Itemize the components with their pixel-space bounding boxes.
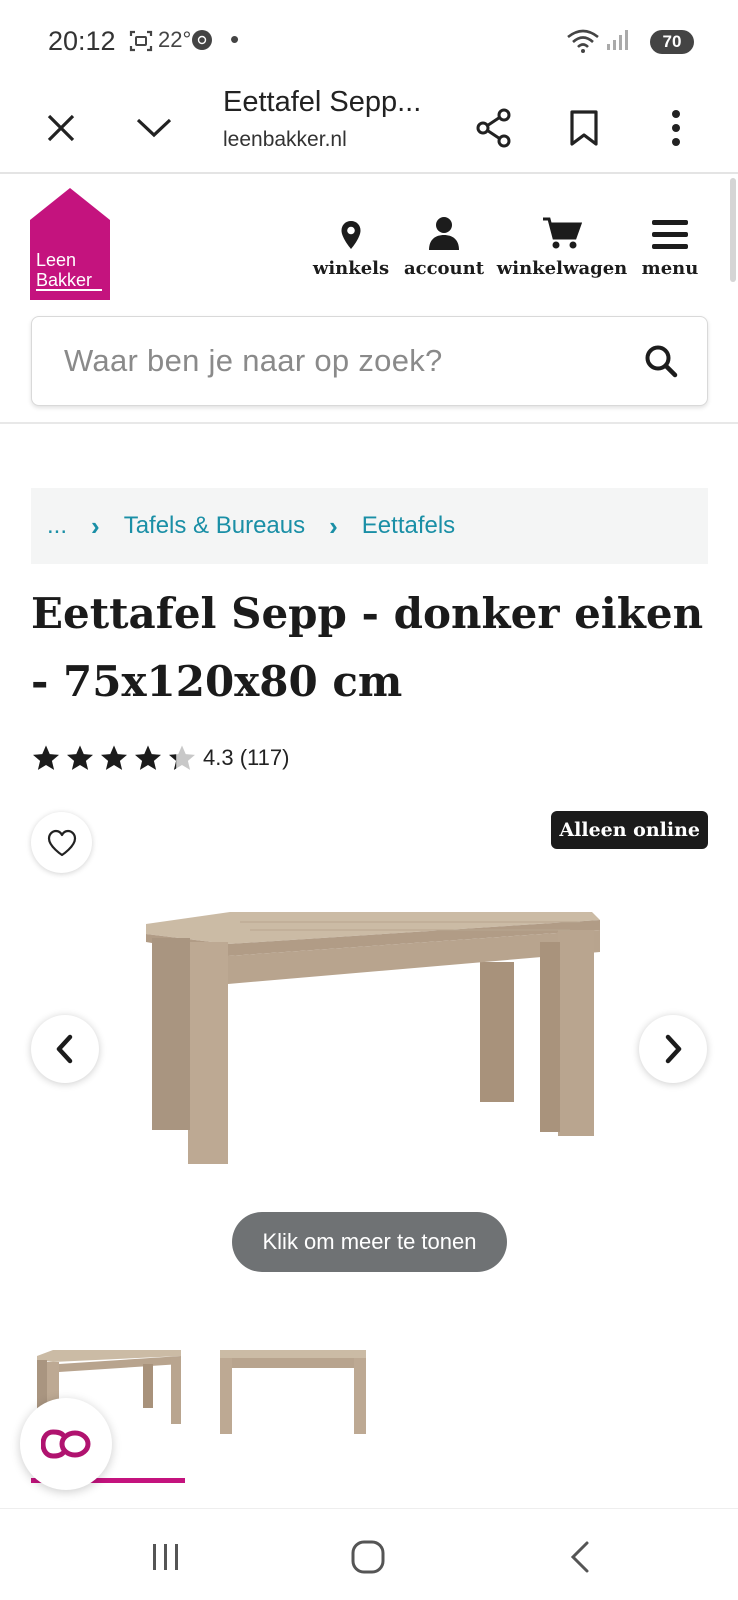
breadcrumb-eettafels[interactable]: Eettafels [362, 512, 455, 540]
home-button[interactable] [348, 1537, 388, 1577]
notification-dot-icon: • [230, 24, 240, 54]
page-tab-title[interactable]: Eettafel Sepp... [223, 86, 421, 119]
hamburger-icon [652, 220, 688, 249]
share-button[interactable] [468, 102, 520, 154]
nav-label: menu [641, 258, 699, 279]
show-more-button[interactable]: Klik om meer te tonen [232, 1212, 507, 1272]
next-image-button[interactable] [639, 1015, 707, 1083]
battery-indicator: 70 [650, 30, 694, 54]
browser-toolbar: Eettafel Sepp... leenbakker.nl [0, 84, 738, 174]
chevron-down-icon [136, 118, 172, 138]
star-icon [169, 745, 195, 770]
user-icon [429, 217, 459, 250]
nav-label: winkels [312, 258, 390, 279]
more-options-button[interactable] [650, 102, 702, 154]
back-button[interactable] [560, 1537, 600, 1577]
nav-menu[interactable]: menu [640, 210, 700, 279]
svg-text:Leen: Leen [36, 250, 76, 270]
search-icon [645, 345, 678, 378]
svg-text:Bakker: Bakker [36, 270, 92, 290]
chrome-icon [190, 28, 214, 58]
product-rating[interactable]: 4.3 (117) [31, 744, 289, 772]
nav-winkels[interactable]: winkels [312, 210, 390, 279]
home-icon [351, 1540, 385, 1574]
wifi-icon [566, 28, 600, 60]
rating-stars [31, 744, 201, 772]
search-button[interactable] [643, 343, 683, 383]
product-image[interactable] [140, 902, 610, 1202]
close-icon [47, 114, 75, 142]
chevron-left-icon [56, 1034, 73, 1064]
site-header: Leen Bakker winkels account winkelwagen … [0, 174, 738, 424]
page-url[interactable]: leenbakker.nl [223, 128, 347, 152]
search-placeholder: Waar ben je naar op zoek? [64, 343, 443, 378]
nav-label: winkelwagen [496, 258, 628, 279]
cart-icon [543, 217, 582, 249]
chat-button[interactable] [20, 1398, 112, 1490]
page-scrollbar[interactable] [730, 178, 736, 282]
status-time: 20:12 [48, 26, 116, 56]
more-vert-icon [672, 110, 680, 146]
star-icon [135, 745, 161, 770]
rating-text: 4.3 (117) [203, 745, 290, 770]
heart-icon [47, 829, 76, 856]
back-icon [570, 1541, 589, 1573]
breadcrumb-tafels-bureaus[interactable]: Tafels & Bureaus [124, 512, 305, 540]
chevron-right-icon: › [91, 510, 100, 541]
expand-button[interactable] [128, 102, 180, 154]
bookmark-button[interactable] [558, 102, 610, 154]
nav-winkelwagen[interactable]: winkelwagen [496, 210, 628, 279]
status-bar: 20:12 22° • 70 [0, 0, 738, 84]
status-temperature: 22° [158, 27, 192, 52]
screenshot-icon [128, 28, 154, 60]
location-pin-icon [341, 221, 361, 249]
star-icon [33, 745, 59, 770]
signal-icon [606, 28, 630, 58]
nav-label: account [403, 258, 485, 279]
nav-account[interactable]: account [403, 210, 485, 279]
chat-logo-icon [41, 1429, 91, 1459]
favorite-button[interactable] [31, 812, 92, 873]
breadcrumb-ellipsis[interactable]: ... [47, 512, 67, 540]
chevron-right-icon: › [329, 510, 338, 541]
previous-image-button[interactable] [31, 1015, 99, 1083]
share-icon [476, 108, 511, 148]
star-icon [101, 745, 127, 770]
bookmark-icon [570, 110, 598, 146]
recents-icon [153, 1544, 178, 1570]
close-tab-button[interactable] [35, 102, 87, 154]
breadcrumb: ... › Tafels & Bureaus › Eettafels [31, 488, 708, 564]
search-input[interactable]: Waar ben je naar op zoek? [31, 316, 708, 406]
product-title: Eettafel Sepp - donker eiken - 75x120x80… [31, 589, 704, 706]
thumbnail-2[interactable] [216, 1346, 371, 1446]
leen-bakker-logo[interactable]: Leen Bakker [30, 188, 110, 300]
online-only-badge: Alleen online [551, 811, 708, 849]
chevron-right-icon [665, 1034, 682, 1064]
star-icon [67, 745, 93, 770]
recent-apps-button[interactable] [146, 1537, 186, 1577]
system-nav-bar [0, 1508, 738, 1600]
